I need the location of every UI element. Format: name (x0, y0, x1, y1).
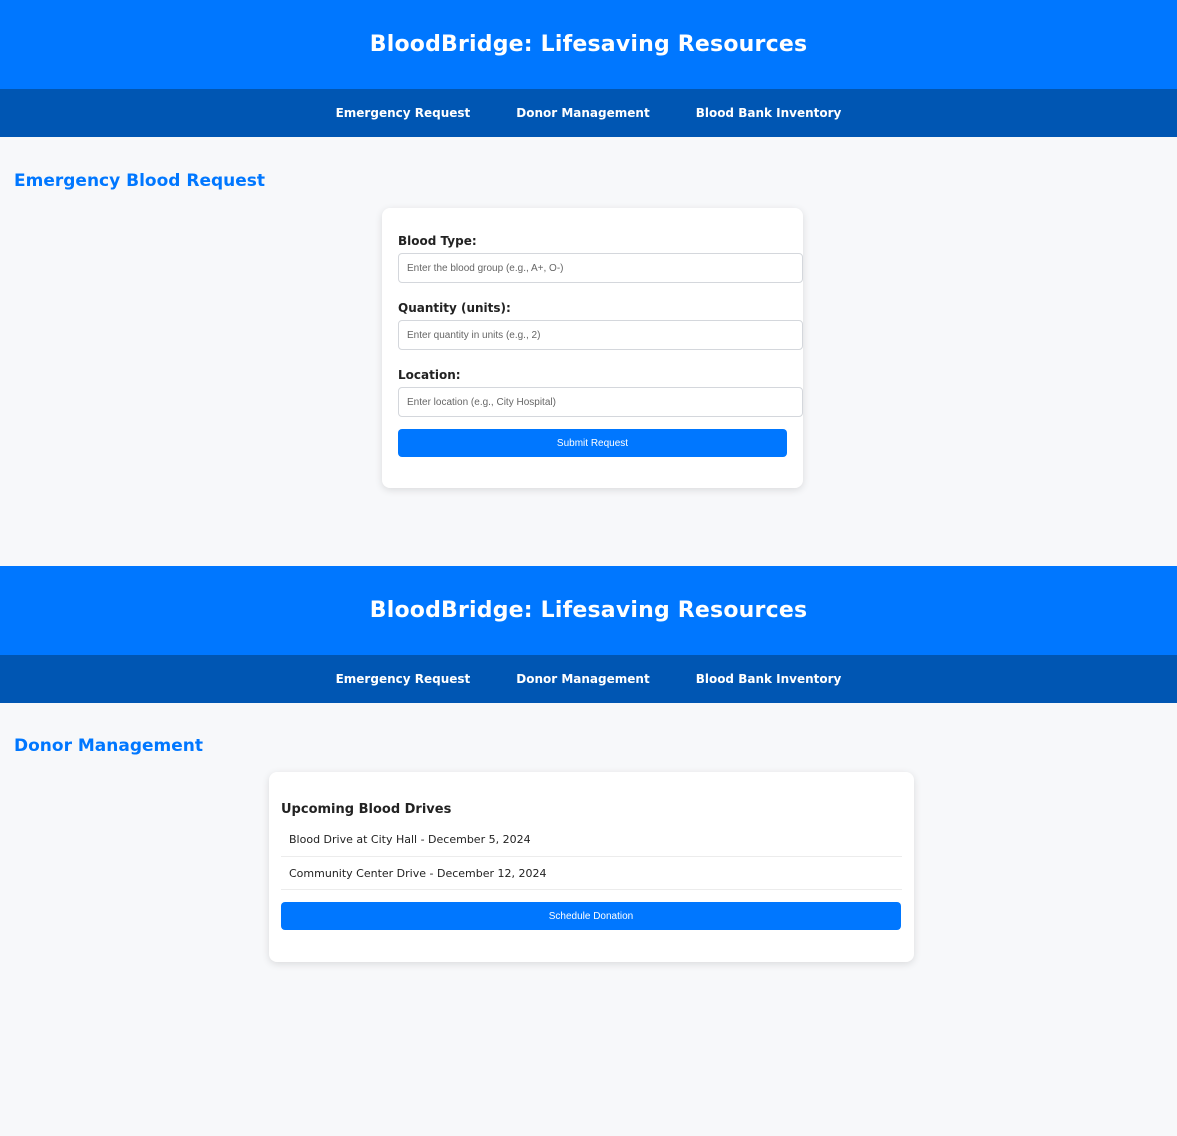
donor-section-title: Donor Management (14, 736, 204, 756)
location-input[interactable] (398, 387, 803, 417)
app-title: BloodBridge: Lifesaving Resources (369, 32, 808, 57)
location-label: Location: (398, 368, 461, 382)
nav-emergency-request[interactable]: Emergency Request (336, 106, 471, 120)
main-nav: Emergency Request Donor Management Blood… (0, 655, 1177, 703)
app-header: BloodBridge: Lifesaving Resources (0, 566, 1177, 655)
nav-blood-bank-inventory[interactable]: Blood Bank Inventory (696, 106, 842, 120)
nav-donor-management[interactable]: Donor Management (516, 106, 649, 120)
nav-emergency-request[interactable]: Emergency Request (336, 672, 471, 686)
emergency-section-title: Emergency Blood Request (14, 171, 266, 191)
upcoming-drives-heading: Upcoming Blood Drives (281, 802, 452, 817)
submit-request-button[interactable]: Submit Request (398, 429, 787, 457)
schedule-donation-button[interactable]: Schedule Donation (281, 902, 901, 930)
blood-type-label: Blood Type: (398, 234, 477, 248)
emergency-request-form: Blood Type: Quantity (units): Location: … (382, 208, 803, 488)
main-nav: Emergency Request Donor Management Blood… (0, 89, 1177, 137)
blood-type-input[interactable] (398, 253, 803, 283)
quantity-input[interactable] (398, 320, 803, 350)
app-header: BloodBridge: Lifesaving Resources (0, 0, 1177, 89)
emergency-request-screen: BloodBridge: Lifesaving Resources Emerge… (0, 0, 1177, 566)
drive-list-item: Community Center Drive - December 12, 20… (281, 857, 902, 890)
nav-blood-bank-inventory[interactable]: Blood Bank Inventory (696, 672, 842, 686)
app-title: BloodBridge: Lifesaving Resources (369, 598, 808, 623)
drive-list: Blood Drive at City Hall - December 5, 2… (281, 829, 902, 890)
donor-management-screen: BloodBridge: Lifesaving Resources Emerge… (0, 566, 1177, 1136)
quantity-label: Quantity (units): (398, 301, 511, 315)
drive-list-item: Blood Drive at City Hall - December 5, 2… (281, 829, 902, 857)
donor-management-card: Upcoming Blood Drives Blood Drive at Cit… (269, 772, 914, 962)
nav-donor-management[interactable]: Donor Management (516, 672, 649, 686)
